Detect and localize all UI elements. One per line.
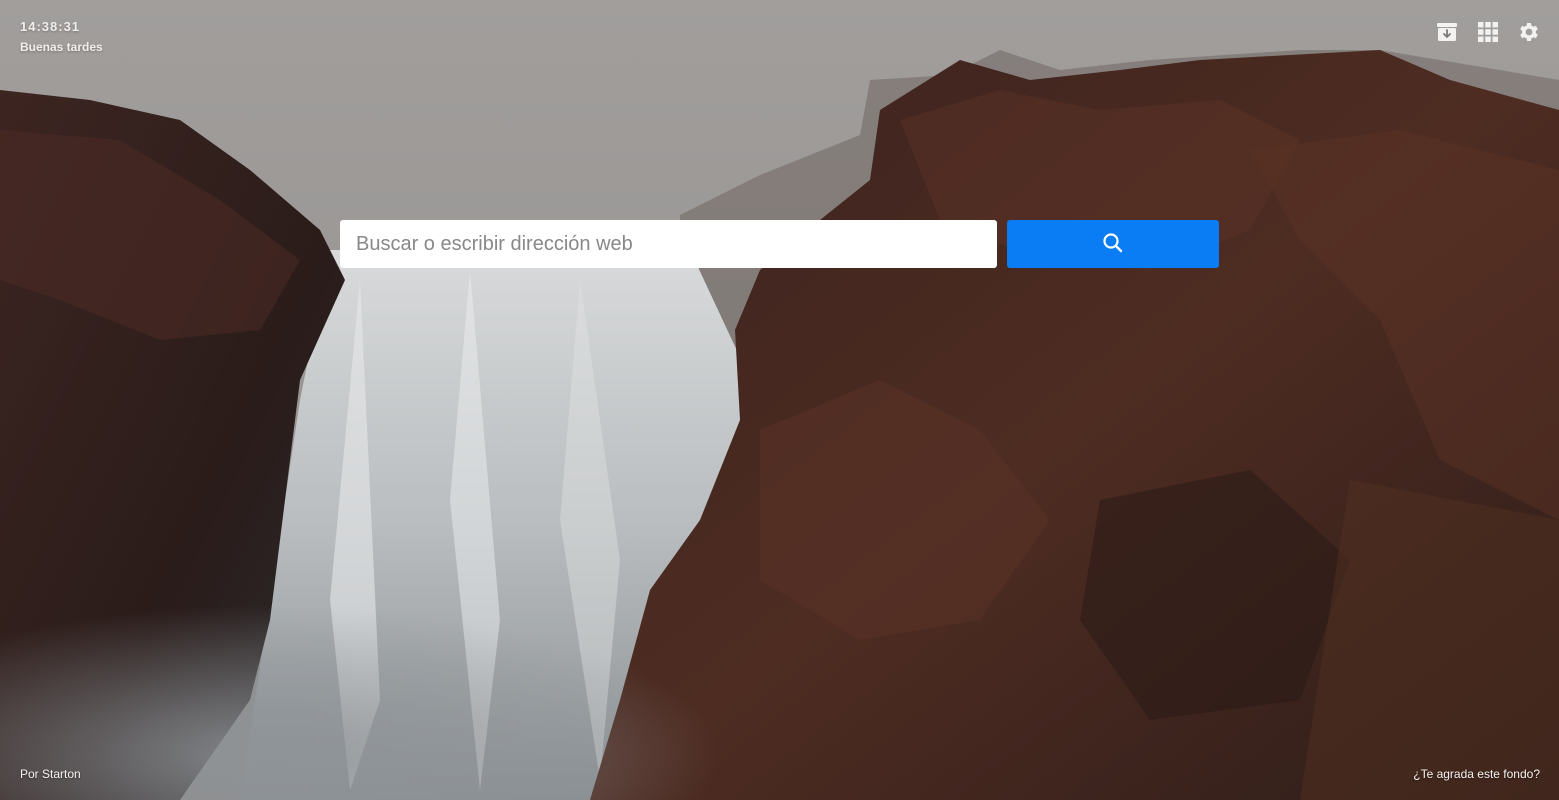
search-input[interactable] [340, 220, 997, 268]
search-bar [340, 220, 1219, 268]
gear-icon[interactable] [1517, 20, 1541, 44]
search-button[interactable] [1007, 220, 1219, 268]
greeting: Buenas tardes [20, 40, 103, 54]
background-wallpaper [0, 0, 1559, 800]
apps-grid-icon[interactable] [1476, 20, 1500, 44]
archive-download-icon[interactable] [1435, 20, 1459, 44]
clock: 14:38:31 [20, 19, 81, 34]
new-tab-page: 14:38:31 Buenas tardes Buscar o escribir… [0, 0, 1559, 800]
search-icon [1101, 231, 1125, 258]
credit-link[interactable]: Por Starton [20, 767, 81, 781]
wallpaper-feedback-link[interactable]: ¿Te agrada este fondo? [1413, 767, 1540, 781]
top-toolbar [1435, 20, 1541, 44]
